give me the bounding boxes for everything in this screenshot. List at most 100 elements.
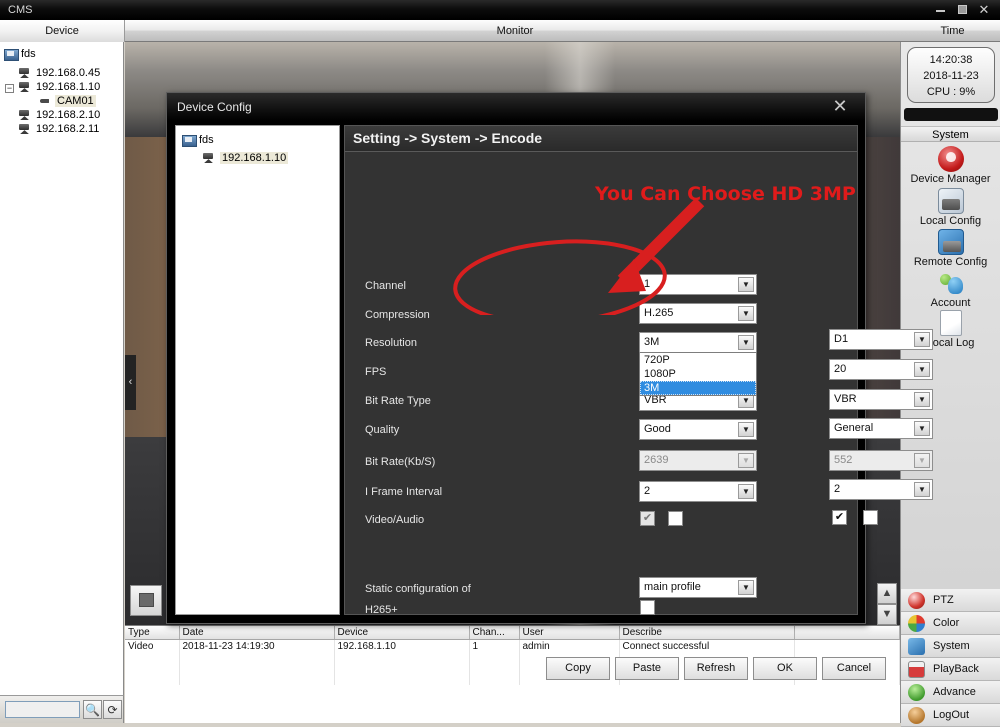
table-row[interactable]: Video 2018-11-23 14:19:30 192.168.1.10 1… xyxy=(125,639,900,655)
rail-item-account[interactable]: Account xyxy=(901,270,1000,309)
search-icon[interactable]: 🔍 xyxy=(83,700,102,719)
chevron-left-icon[interactable]: ‹ xyxy=(125,355,136,410)
folder-group-icon xyxy=(4,48,19,62)
select-sub-fps[interactable]: 20 ▼ xyxy=(829,359,933,380)
select-iframe-interval[interactable]: 2 ▼ xyxy=(639,481,757,502)
device-config-dialog: Device Config ✕ fds 192.168.1.10 Setting… xyxy=(166,92,933,680)
arrow-up-icon[interactable]: ▲ xyxy=(877,583,897,604)
menu-item-label: LogOut xyxy=(933,709,970,721)
tab-monitor[interactable]: Monitor xyxy=(125,20,905,42)
minimize-button[interactable] xyxy=(932,3,948,17)
dialog-tree-root[interactable]: fds xyxy=(182,132,214,148)
menu-item-advance[interactable]: Advance xyxy=(901,681,1000,704)
chevron-down-icon[interactable]: ▼ xyxy=(738,422,754,437)
select-resolution[interactable]: 3M ▼ xyxy=(639,332,757,353)
tree-item-label: 192.168.0.45 xyxy=(36,67,101,80)
maximize-button[interactable] xyxy=(954,3,970,17)
tree-root-fds[interactable]: fds xyxy=(4,46,36,62)
chevron-down-icon[interactable]: ▼ xyxy=(738,277,754,292)
close-icon[interactable]: ✕ xyxy=(829,96,851,118)
checkbox-sub-audio[interactable] xyxy=(863,510,878,525)
menu-item-playback[interactable]: PlayBack xyxy=(901,658,1000,681)
select-channel[interactable]: 1 ▼ xyxy=(639,274,757,295)
select-sub-resolution[interactable]: D1 ▼ xyxy=(829,329,933,350)
select-sub-bitrate-type[interactable]: VBR ▼ xyxy=(829,389,933,410)
resolution-dropdown-list[interactable]: 720P 1080P 3M xyxy=(639,352,757,396)
dialog-tree-root-label: fds xyxy=(199,134,214,147)
menu-item-color[interactable]: Color xyxy=(901,612,1000,635)
rail-item-device-manager[interactable]: Device Manager xyxy=(901,146,1000,185)
search-input[interactable] xyxy=(5,701,80,718)
select-static-config[interactable]: main profile ▼ xyxy=(639,577,757,598)
rail-item-local-config[interactable]: Local Config xyxy=(901,188,1000,227)
select-compression-value: H.265 xyxy=(644,307,674,319)
rail-item-remote-config[interactable]: Remote Config xyxy=(901,229,1000,268)
menu-item-system[interactable]: System xyxy=(901,635,1000,658)
select-quality[interactable]: Good ▼ xyxy=(639,419,757,440)
ok-button[interactable]: OK xyxy=(753,657,817,680)
dialog-titlebar: Device Config ✕ xyxy=(167,93,865,121)
dropdown-option-720p[interactable]: 720P xyxy=(640,353,756,367)
chevron-down-icon[interactable]: ▼ xyxy=(738,580,754,595)
tree-expander-device-2[interactable]: − xyxy=(5,84,14,93)
breadcrumb: Setting -> System -> Encode xyxy=(353,130,543,146)
device-manager-icon xyxy=(937,146,964,172)
rail-item-label: Remote Config xyxy=(913,256,988,268)
chevron-down-icon[interactable]: ▼ xyxy=(914,392,930,407)
camera-icon xyxy=(18,109,33,121)
col-channel[interactable]: Chan... xyxy=(469,626,520,640)
chevron-down-icon: ▼ xyxy=(738,453,754,468)
remote-config-icon xyxy=(937,229,964,255)
chevron-down-icon[interactable]: ▼ xyxy=(738,306,754,321)
menu-item-logout[interactable]: LogOut xyxy=(901,704,1000,727)
label-resolution: Resolution xyxy=(365,337,417,349)
dropdown-option-1080p[interactable]: 1080P xyxy=(640,367,756,381)
dropdown-option-3m[interactable]: 3M xyxy=(640,381,756,395)
dialog-tree-child[interactable]: 192.168.1.10 xyxy=(202,150,289,166)
rail-item-label: Account xyxy=(930,297,971,309)
select-compression[interactable]: H.265 ▼ xyxy=(639,303,757,324)
chevron-down-icon[interactable]: ▼ xyxy=(738,484,754,499)
single-view-icon[interactable] xyxy=(130,585,162,616)
select-sub-iframe-interval[interactable]: 2 ▼ xyxy=(829,479,933,500)
select-sub-resolution-value: D1 xyxy=(834,333,849,345)
chevron-down-icon[interactable]: ▼ xyxy=(738,335,754,350)
input-bitrate[interactable]: 2639 ▼ xyxy=(639,450,757,471)
label-bitrate: Bit Rate(Kb/S) xyxy=(365,456,436,468)
menu-item-ptz[interactable]: PTZ xyxy=(901,589,1000,612)
cell-device: 192.168.1.10 xyxy=(334,639,470,655)
col-describe[interactable]: Describe xyxy=(619,626,795,640)
clock-time: 14:20:38 xyxy=(929,54,973,66)
col-device[interactable]: Device xyxy=(334,626,470,640)
checkbox-h265plus[interactable] xyxy=(640,600,655,615)
col-user[interactable]: User xyxy=(519,626,620,640)
tree-item-device-4[interactable]: 192.168.2.11 xyxy=(18,121,99,137)
arrow-down-icon[interactable]: ▼ xyxy=(877,604,897,625)
copy-button[interactable]: Copy xyxy=(546,657,610,680)
chevron-down-icon[interactable]: ▼ xyxy=(914,482,930,497)
checkbox-main-video[interactable]: ✔ xyxy=(640,511,655,526)
checkbox-sub-video[interactable]: ✔ xyxy=(832,510,847,525)
chevron-down-icon[interactable]: ▼ xyxy=(914,421,930,436)
col-blank[interactable] xyxy=(794,626,900,640)
main-tabstrip: Device Monitor Time xyxy=(0,20,1000,42)
col-type[interactable]: Type xyxy=(125,626,180,640)
refresh-icon[interactable]: ⟳ xyxy=(103,700,122,719)
camera-icon xyxy=(18,81,33,93)
input-sub-bitrate[interactable]: 552 ▼ xyxy=(829,450,933,471)
col-date[interactable]: Date xyxy=(179,626,335,640)
refresh-button[interactable]: Refresh xyxy=(684,657,748,680)
paste-button[interactable]: Paste xyxy=(615,657,679,680)
label-channel: Channel xyxy=(365,280,406,292)
close-button[interactable]: ✕ xyxy=(976,3,992,17)
cell-channel: 1 xyxy=(469,639,520,655)
tree-item-label: 192.168.2.10 xyxy=(36,109,101,122)
cancel-button[interactable]: Cancel xyxy=(822,657,886,680)
checkbox-main-audio[interactable] xyxy=(668,511,683,526)
chevron-down-icon[interactable]: ▼ xyxy=(914,362,930,377)
app-title: CMS xyxy=(8,4,33,16)
tab-device[interactable]: Device xyxy=(0,20,125,42)
chevron-down-icon[interactable]: ▼ xyxy=(914,332,930,347)
tab-time[interactable]: Time xyxy=(905,20,1000,42)
select-sub-quality[interactable]: General ▼ xyxy=(829,418,933,439)
